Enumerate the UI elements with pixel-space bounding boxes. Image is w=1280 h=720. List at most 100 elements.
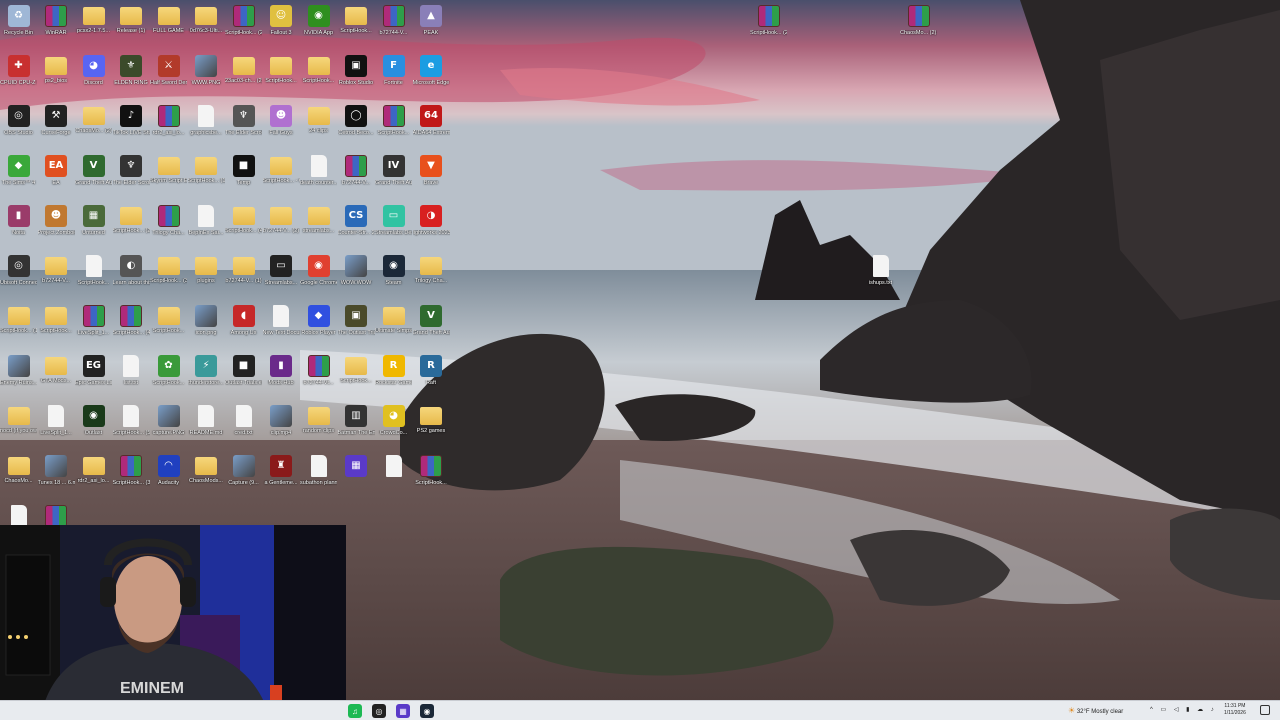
desktop-icon[interactable]: ◕ Discord xyxy=(75,55,112,105)
desktop-icon[interactable]: 0d76c3-Ulti... xyxy=(188,5,225,55)
desktop-icon[interactable]: ▦ Unturned xyxy=(75,205,112,255)
desktop-icon[interactable]: 23ac03-ch... (2) xyxy=(225,55,262,105)
desktop-icon[interactable]: streamlabs... xyxy=(300,205,337,255)
desktop-icon[interactable]: b72744-Vt... xyxy=(300,355,337,405)
desktop-icon[interactable]: capture.PNG xyxy=(150,405,187,455)
desktop-icon[interactable]: b72744-V... xyxy=(38,255,75,305)
apps-taskbar-icon[interactable]: ▦ xyxy=(396,704,410,718)
system-tray[interactable]: ^ ▭ ◁ ▮ ☁ ♪ xyxy=(1150,706,1217,713)
desktop-icon[interactable]: clip.mp4 xyxy=(263,405,300,455)
desktop-icon[interactable]: F Fortnite xyxy=(375,55,412,105)
clock[interactable]: 11:31 PM 1/11/2026 xyxy=(1224,703,1246,717)
desktop-icon[interactable]: WinRAR xyxy=(38,5,75,55)
desktop-icon[interactable]: death counter... xyxy=(300,155,337,205)
desktop-icon[interactable]: ◆ Roblox Player xyxy=(300,305,337,355)
desktop-icon[interactable]: ■ Temp xyxy=(225,155,262,205)
desktop-icon[interactable]: b72744-V... xyxy=(338,155,375,205)
desktop-icon[interactable]: Ultimate Simpsons... xyxy=(375,305,412,355)
desktop-icon[interactable] xyxy=(375,455,412,505)
desktop-icon[interactable]: ▥ Batman The Enemy Wit... xyxy=(338,405,375,455)
desktop-icon[interactable]: ScriptHook... (2).zip xyxy=(225,5,262,55)
onedrive-icon[interactable]: ☁ xyxy=(1197,707,1206,713)
desktop-icon[interactable]: EG Epic Games Launcher xyxy=(75,355,112,405)
desktop-icon[interactable]: ▮ Mods Hub xyxy=(263,355,300,405)
desktop-icon[interactable]: graphicsbe... xyxy=(188,105,225,155)
desktop-icon[interactable]: ♆ The Elder Scrolls ... xyxy=(225,105,262,155)
desktop-icon[interactable]: Skyrim Script Extender S... xyxy=(150,155,187,205)
desktop-icon[interactable]: ChaosMo... (2).zip xyxy=(900,5,937,55)
desktop-icon[interactable]: ◐ Learn about this picture xyxy=(113,255,150,305)
desktop-icon[interactable]: icon.png xyxy=(188,305,225,355)
notifications-icon[interactable] xyxy=(1260,705,1270,715)
desktop-icon[interactable]: ▣ The Outlast Trials xyxy=(338,305,375,355)
desktop-icon[interactable]: ScriptHook... - Copy xyxy=(263,155,300,205)
desktop-icon[interactable]: b72744-V... (1) xyxy=(225,255,262,305)
desktop-icon[interactable]: IV Grand Theft Auto IV ... xyxy=(375,155,412,205)
desktop-icon[interactable]: ♻ Recycle Bin xyxy=(0,5,37,55)
steam-taskbar-icon[interactable]: ◉ xyxy=(420,704,434,718)
desktop-icon[interactable]: ScriptHook... (4) xyxy=(225,205,262,255)
desktop-icon[interactable]: rdr2_asi_lo... xyxy=(150,105,187,155)
desktop-icon[interactable]: ◉ Google Chrome xyxy=(300,255,337,305)
desktop-icon[interactable]: EA EA xyxy=(38,155,75,205)
desktop-icon[interactable]: GTA Mods... xyxy=(38,355,75,405)
desktop-icon[interactable]: CS Counter-Str... 2 xyxy=(338,205,375,255)
desktop-icon[interactable]: ▼ Brave xyxy=(413,155,450,205)
battery-icon[interactable]: ▮ xyxy=(1186,707,1192,713)
desktop-icon[interactable]: V Grand Theft Auto V Ent... xyxy=(413,305,450,355)
desktop-icon[interactable]: plugins xyxy=(188,255,225,305)
desktop-icon[interactable]: list.txt xyxy=(113,355,150,405)
desktop-icon[interactable]: ◎ OBS Studio xyxy=(0,105,37,155)
desktop-icon[interactable]: LiveSplit_1... xyxy=(75,305,112,355)
desktop-icon[interactable]: ◉ Steam xyxy=(375,255,412,305)
desktop-icon[interactable]: ▭ Streamlabs... xyxy=(263,255,300,305)
desktop-icon[interactable]: R Rockstar Games ... xyxy=(375,355,412,405)
desktop-icon[interactable]: ◑ lightworks 2023.2 xyxy=(413,205,450,255)
desktop-icon[interactable]: Capture (9... xyxy=(225,455,262,505)
desktop-icon[interactable]: ChaosMods... xyxy=(188,455,225,505)
desktop-icon[interactable]: 24 clips xyxy=(300,105,337,155)
obs-taskbar-icon[interactable]: ◎ xyxy=(372,704,386,718)
desktop-icon[interactable]: ◉ NVIDIA App xyxy=(300,5,337,55)
desktop-icon[interactable]: ☺ Fallout 3 xyxy=(263,5,300,55)
desktop-icon[interactable]: ◉ Outlast xyxy=(75,405,112,455)
desktop-icon[interactable]: ishups.txt xyxy=(862,255,899,305)
desktop-icon[interactable]: README.md xyxy=(188,405,225,455)
desktop-icon[interactable]: ▲ PEAK xyxy=(413,5,450,55)
chevron-up-icon[interactable]: ^ xyxy=(1150,707,1156,713)
desktop-icon[interactable]: ▮ Noita xyxy=(0,205,37,255)
desktop-icon[interactable]: Enemy Ruins... xyxy=(0,355,37,405)
desktop-icon[interactable]: PS2 games xyxy=(413,405,450,455)
desktop-icon[interactable]: ◎ Ubisoft Connect xyxy=(0,255,37,305)
desktop-icon[interactable]: ■ Outlast Trials.exe xyxy=(225,355,262,405)
desktop-icon[interactable]: ScriptHook... (2) xyxy=(113,205,150,255)
desktop-icon[interactable]: ChaosMo... (2) xyxy=(75,105,112,155)
desktop-icon[interactable]: WWW.PNG xyxy=(188,55,225,105)
desktop-icon[interactable]: ScriptHook... xyxy=(338,355,375,405)
desktop-icon[interactable]: ♜ a Gentleme... xyxy=(263,455,300,505)
desktop-icon[interactable]: ▭ Streamlabs Desktop xyxy=(375,205,412,255)
desktop-icon[interactable]: Trilogy Cha... xyxy=(413,255,450,305)
desktop-icon[interactable]: Tunes 18 ... 6.mp4 xyxy=(38,455,75,505)
desktop-icon[interactable]: ☻ Fall Guys xyxy=(263,105,300,155)
desktop-icon[interactable]: ♆ The Elder Scrolls ... xyxy=(113,155,150,205)
desktop-icon[interactable]: pcsx2-1.7.5... xyxy=(75,5,112,55)
desktop-icon[interactable]: Release (1) xyxy=(113,5,150,55)
desktop-icon[interactable]: ScriptHook... xyxy=(38,305,75,355)
desktop-icon[interactable]: ◯ Cetrod Beco... xyxy=(338,105,375,155)
desktop-icon[interactable]: cred.txt xyxy=(225,405,262,455)
desktop-icon[interactable]: b72744-V... (2) xyxy=(263,205,300,255)
desktop-icon[interactable]: ScriptHook... xyxy=(150,305,187,355)
desktop-icon[interactable]: BepInEx Sai... xyxy=(188,205,225,255)
desktop-icon[interactable]: ScriptHook... (2).zip xyxy=(750,5,787,55)
desktop-icon[interactable]: ScriptHook... (4).zip xyxy=(113,305,150,355)
desktop-icon[interactable]: b72744-V... xyxy=(375,5,412,55)
desktop-icon[interactable]: ▦ xyxy=(338,455,375,505)
desktop-icon[interactable]: ScriptHook... xyxy=(263,55,300,105)
desktop-icon[interactable]: V Grand Theft Auto V xyxy=(75,155,112,205)
desktop-icon[interactable]: ◠ Audacity xyxy=(150,455,187,505)
desktop-icon[interactable]: ⚜ ELDEN RING xyxy=(113,55,150,105)
desktop-icon[interactable]: ChaosMo... xyxy=(0,455,37,505)
desktop-icon[interactable]: R Raft xyxy=(413,355,450,405)
desktop-icon[interactable]: ps2_bios xyxy=(38,55,75,105)
